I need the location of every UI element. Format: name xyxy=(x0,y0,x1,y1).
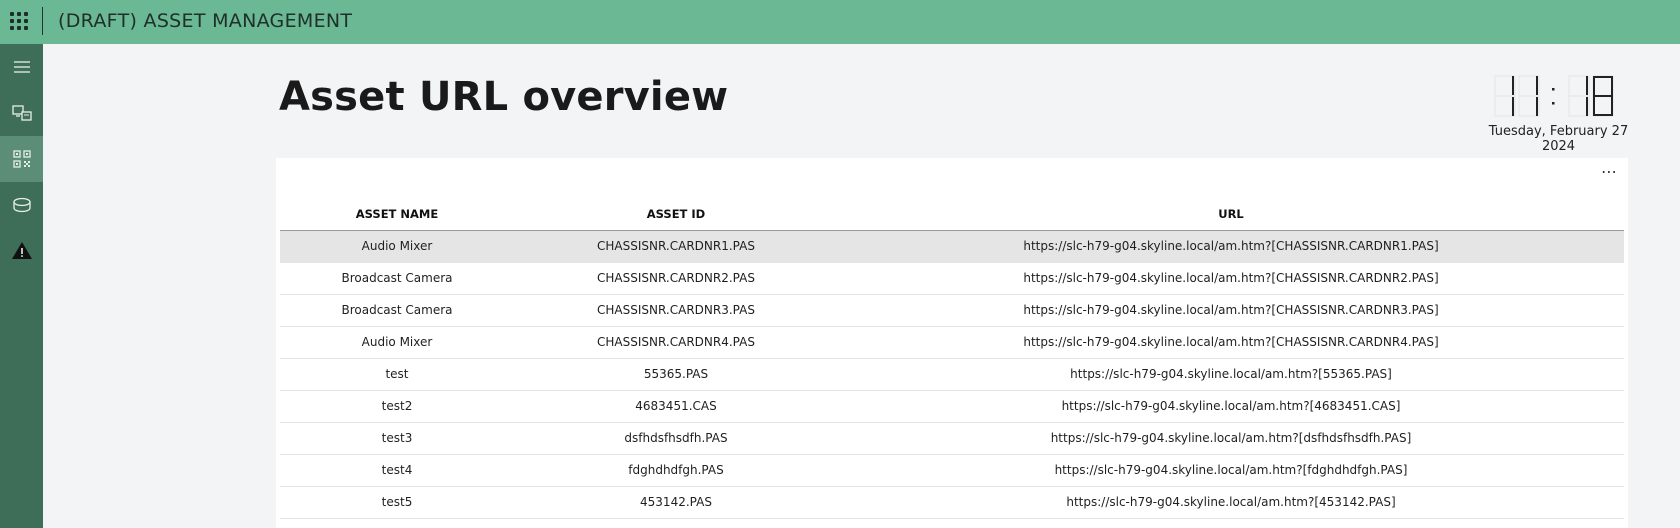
cell-asset-name: test4 xyxy=(280,454,514,487)
sidebar-item-storage[interactable] xyxy=(0,182,43,228)
clock-colon xyxy=(1552,88,1555,105)
column-header-url[interactable]: URL xyxy=(838,198,1624,231)
cell-url: https://slc-h79-g04.skyline.local/am.htm… xyxy=(838,262,1624,295)
table-row[interactable]: test2 4683451.CAS https://slc-h79-g04.sk… xyxy=(280,390,1624,423)
cell-asset-name: test3 xyxy=(280,422,514,455)
sidebar xyxy=(0,44,43,528)
clock-minutes xyxy=(1586,76,1613,116)
cell-asset-id: 55365.PAS xyxy=(514,358,838,391)
table-row[interactable]: Broadcast Camera CHASSISNR.CARDNR2.PAS h… xyxy=(280,262,1624,295)
cell-url: https://slc-h79-g04.skyline.local/am.htm… xyxy=(838,390,1624,423)
more-options-icon[interactable]: ⋯ xyxy=(1601,162,1618,181)
cell-asset-id: CHASSISNR.CARDNR2.PAS xyxy=(514,262,838,295)
devices-icon xyxy=(11,105,32,121)
asset-table-card: ⋯ ASSET NAME ASSET ID URL Audio Mixer CH… xyxy=(276,158,1628,528)
cell-asset-id: CHASSISNR.CARDNR4.PAS xyxy=(514,326,838,359)
cell-url: https://slc-h79-g04.skyline.local/am.htm… xyxy=(838,422,1624,455)
table-row[interactable]: Audio Mixer CHASSISNR.CARDNR1.PAS https:… xyxy=(280,230,1624,263)
asset-table: ASSET NAME ASSET ID URL Audio Mixer CHAS… xyxy=(280,198,1624,519)
cell-asset-id: CHASSISNR.CARDNR3.PAS xyxy=(514,294,838,327)
table-row[interactable]: Audio Mixer CHASSISNR.CARDNR4.PAS https:… xyxy=(280,326,1624,359)
sidebar-item-alerts[interactable] xyxy=(0,228,43,274)
digital-clock: 11 18 xyxy=(1493,74,1621,118)
hamburger-icon xyxy=(13,61,30,73)
table-row[interactable]: Broadcast Camera CHASSISNR.CARDNR3.PAS h… xyxy=(280,294,1624,327)
top-bar: (DRAFT) ASSET MANAGEMENT xyxy=(0,0,1680,44)
cell-asset-name: Broadcast Camera xyxy=(280,294,514,327)
table-header-row: ASSET NAME ASSET ID URL xyxy=(280,198,1624,231)
cell-asset-name: test xyxy=(280,358,514,391)
cell-url: https://slc-h79-g04.skyline.local/am.htm… xyxy=(838,326,1624,359)
sidebar-item-menu[interactable] xyxy=(0,44,43,90)
cell-asset-id: 4683451.CAS xyxy=(514,390,838,423)
cell-url: https://slc-h79-g04.skyline.local/am.htm… xyxy=(838,358,1624,391)
cell-asset-name: test2 xyxy=(280,390,514,423)
cell-asset-id: CHASSISNR.CARDNR1.PAS xyxy=(514,230,838,263)
title-divider xyxy=(42,7,43,35)
table-row[interactable]: test 55365.PAS https://slc-h79-g04.skyli… xyxy=(280,358,1624,391)
cell-asset-name: Broadcast Camera xyxy=(280,262,514,295)
page-title: Asset URL overview xyxy=(279,74,729,120)
cell-asset-id: fdghdhdfgh.PAS xyxy=(514,454,838,487)
sidebar-item-qr-code[interactable] xyxy=(0,136,43,182)
database-icon xyxy=(12,197,31,213)
cell-url: https://slc-h79-g04.skyline.local/am.htm… xyxy=(838,486,1624,519)
table-row[interactable]: test4 fdghdhdfgh.PAS https://slc-h79-g04… xyxy=(280,454,1624,487)
warning-icon xyxy=(11,242,32,259)
table-row[interactable]: test5 453142.PAS https://slc-h79-g04.sky… xyxy=(280,486,1624,519)
column-header-asset-name[interactable]: ASSET NAME xyxy=(280,198,514,231)
cell-url: https://slc-h79-g04.skyline.local/am.htm… xyxy=(838,294,1624,327)
date-label: Tuesday, February 27 2024 xyxy=(1488,124,1629,154)
app-title: (DRAFT) ASSET MANAGEMENT xyxy=(58,10,353,32)
table-row[interactable]: test3 dsfhdsfhsdfh.PAS https://slc-h79-g… xyxy=(280,422,1624,455)
cell-asset-name: test5 xyxy=(280,486,514,519)
cell-asset-id: 453142.PAS xyxy=(514,486,838,519)
cell-asset-name: Audio Mixer xyxy=(280,326,514,359)
cell-asset-name: Audio Mixer xyxy=(280,230,514,263)
column-header-asset-id[interactable]: ASSET ID xyxy=(514,198,838,231)
cell-asset-id: dsfhdsfhsdfh.PAS xyxy=(514,422,838,455)
app-grid-icon[interactable] xyxy=(10,12,28,30)
sidebar-item-devices[interactable] xyxy=(0,90,43,136)
qr-code-icon xyxy=(12,150,31,168)
cell-url: https://slc-h79-g04.skyline.local/am.htm… xyxy=(838,230,1624,263)
cell-url: https://slc-h79-g04.skyline.local/am.htm… xyxy=(838,454,1624,487)
